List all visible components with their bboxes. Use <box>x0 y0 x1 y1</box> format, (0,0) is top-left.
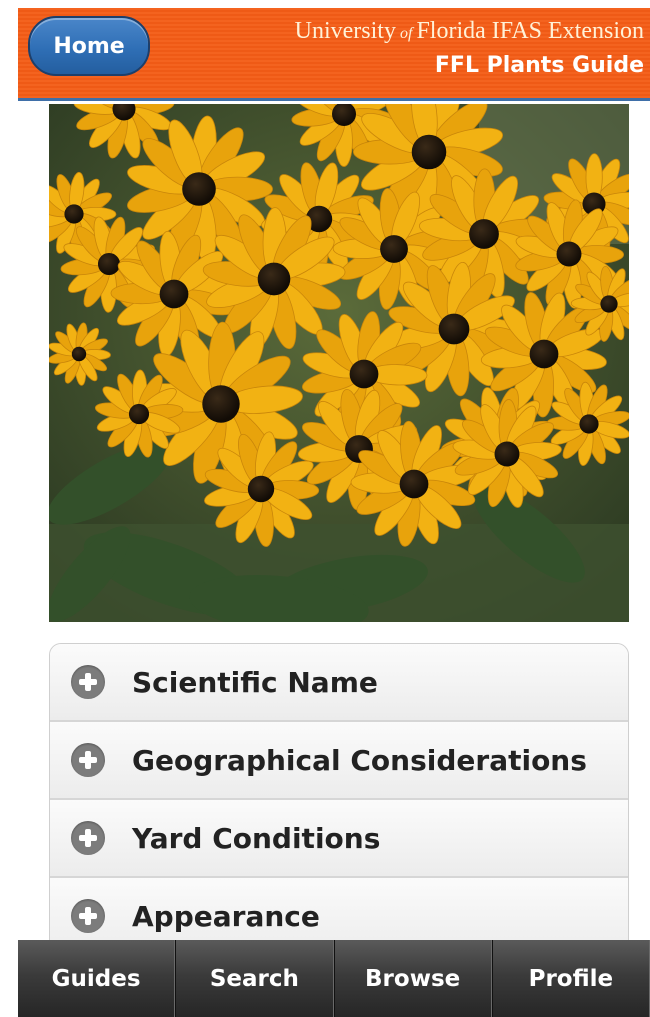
accordion-label: Appearance <box>132 899 320 933</box>
plant-photo <box>49 104 629 622</box>
university-title: University of Florida IFAS Extension <box>294 18 644 44</box>
tab-search[interactable]: Search <box>175 940 334 1017</box>
accordion-label: Geographical Considerations <box>132 743 587 777</box>
tab-browse[interactable]: Browse <box>333 940 492 1017</box>
plus-icon <box>71 821 105 855</box>
tab-guides[interactable]: Guides <box>18 940 176 1017</box>
accordion-geographical-considerations[interactable]: Geographical Considerations <box>50 720 628 798</box>
plus-icon <box>71 743 105 777</box>
plant-info-accordion: Scientific Name Geographical Considerati… <box>49 643 629 955</box>
accordion-label: Yard Conditions <box>132 821 381 855</box>
tab-profile[interactable]: Profile <box>491 940 650 1017</box>
home-button[interactable]: Home <box>28 16 150 76</box>
bottom-tab-bar: Guides Search Browse Profile <box>18 940 650 1017</box>
app-title: FFL Plants Guide <box>434 53 644 78</box>
accordion-label: Scientific Name <box>132 665 378 699</box>
plus-icon <box>71 899 105 933</box>
plus-icon <box>71 665 105 699</box>
accordion-yard-conditions[interactable]: Yard Conditions <box>50 798 628 876</box>
app-header: Home University of Florida IFAS Extension … <box>18 8 650 101</box>
accordion-scientific-name[interactable]: Scientific Name <box>50 644 628 720</box>
